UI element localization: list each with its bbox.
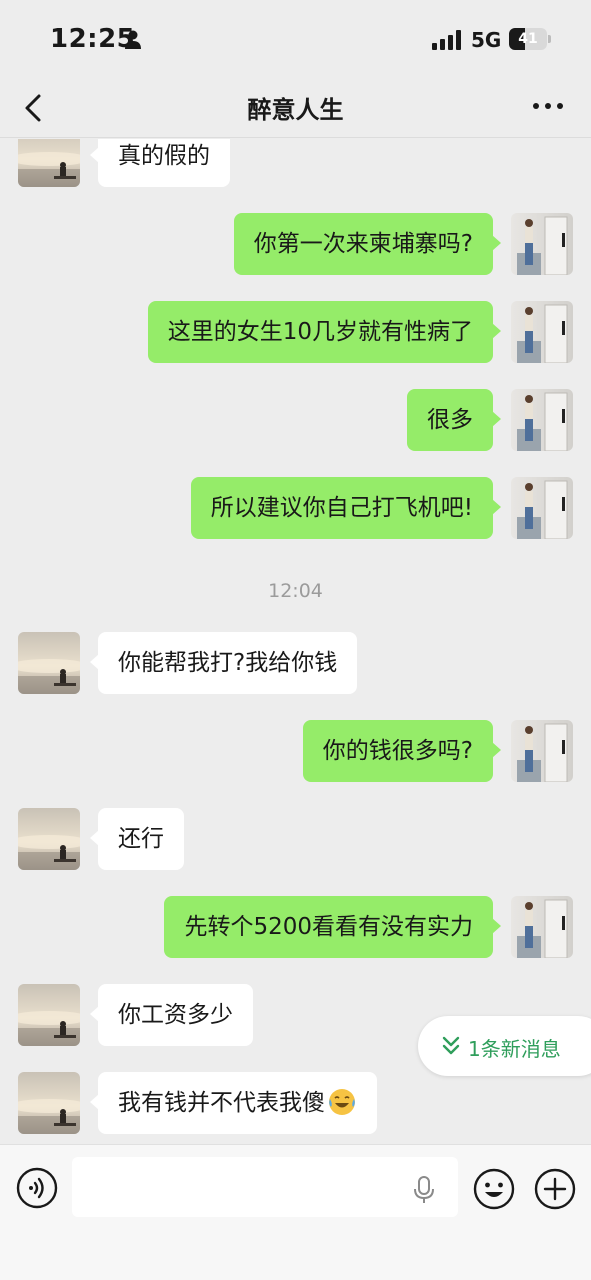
new-messages-button[interactable]: 1条新消息 [418, 1016, 591, 1076]
my-avatar[interactable] [511, 720, 573, 782]
contact-avatar-image [18, 808, 80, 870]
contact-avatar[interactable] [18, 1072, 80, 1134]
contact-avatar[interactable] [18, 139, 80, 187]
message-text: 我有钱并不代表我傻 [118, 1090, 325, 1116]
contact-avatar-image [18, 1072, 80, 1134]
message-bubble[interactable]: 我有钱并不代表我傻 [90, 1072, 377, 1134]
my-avatar-image [511, 301, 573, 363]
message-bubble[interactable]: 先转个5200看看有没有实力 [164, 896, 501, 958]
my-avatar[interactable] [511, 213, 573, 275]
contact-avatar-image [18, 632, 80, 694]
my-avatar[interactable] [511, 389, 573, 451]
battery-level: 41 [518, 31, 538, 47]
contact-avatar[interactable] [18, 632, 80, 694]
message-list[interactable]: 真的假的 你第一次来柬埔寨吗? 这里的女生10几岁就有性病了 很多 所以建议你自… [0, 139, 591, 1144]
new-messages-label: 1条新消息 [468, 1037, 561, 1061]
more-options-icon[interactable] [530, 94, 566, 118]
message-bubble[interactable]: 真的假的 [90, 139, 230, 187]
my-avatar-image [511, 389, 573, 451]
status-bar: 12:25 5G 41 [0, 0, 591, 78]
contact-avatar[interactable] [18, 984, 80, 1046]
message-bubble[interactable]: 所以建议你自己打飞机吧! [190, 477, 502, 539]
network-type: 5G [471, 28, 502, 52]
my-avatar-image [511, 896, 573, 958]
message-bubble[interactable]: 很多 [407, 389, 501, 451]
input-bar [0, 1144, 591, 1280]
my-avatar-image [511, 720, 573, 782]
emoji-icon[interactable] [472, 1167, 516, 1211]
microphone-icon[interactable] [412, 1175, 436, 1205]
chat-header: 醉意人生 [0, 78, 591, 138]
contact-avatar-image [18, 984, 80, 1046]
person-icon [125, 30, 141, 49]
signal-icon [432, 30, 461, 50]
laughing-crying-emoji-icon [329, 1088, 355, 1115]
status-time: 12:25 [50, 24, 136, 54]
message-bubble[interactable]: 你第一次来柬埔寨吗? [233, 213, 502, 275]
message-bubble[interactable]: 你工资多少 [90, 984, 253, 1046]
contact-avatar-image [18, 139, 80, 187]
voice-input-icon[interactable] [16, 1167, 58, 1209]
double-chevron-down-icon [442, 1036, 460, 1055]
my-avatar[interactable] [511, 896, 573, 958]
my-avatar[interactable] [511, 301, 573, 363]
my-avatar[interactable] [511, 477, 573, 539]
message-bubble[interactable]: 还行 [90, 808, 184, 870]
message-timestamp: 12:04 [268, 580, 323, 602]
my-avatar-image [511, 213, 573, 275]
contact-avatar[interactable] [18, 808, 80, 870]
message-bubble[interactable]: 你能帮我打?我给你钱 [89, 632, 358, 694]
message-bubble[interactable]: 这里的女生10几岁就有性病了 [147, 301, 502, 363]
battery-icon: 41 [509, 28, 551, 50]
message-input[interactable] [72, 1157, 458, 1217]
message-bubble[interactable]: 你的钱很多吗? [302, 720, 502, 782]
add-more-icon[interactable] [533, 1167, 577, 1211]
chat-title: 醉意人生 [247, 96, 344, 124]
my-avatar-image [511, 477, 573, 539]
